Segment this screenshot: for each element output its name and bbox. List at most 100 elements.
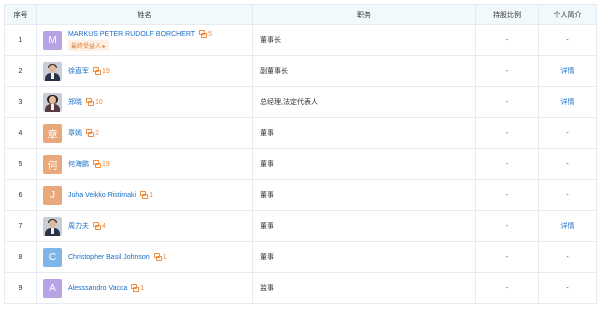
- position-cell: 董事: [252, 117, 476, 149]
- row-index: 7: [4, 210, 37, 242]
- related-companies-icon[interactable]: [131, 284, 140, 292]
- row-index: 2: [4, 55, 37, 87]
- related-count[interactable]: 1: [163, 254, 167, 261]
- person-name-link[interactable]: 周力夫: [68, 223, 89, 230]
- related-count[interactable]: 10: [95, 99, 103, 106]
- share-cell: -: [475, 117, 539, 149]
- related-count[interactable]: 1: [140, 285, 144, 292]
- name-cell: 郑晓 10: [36, 86, 253, 118]
- avatar-photo[interactable]: [43, 92, 62, 112]
- position-cell: 董事: [252, 241, 476, 273]
- header-position: 职务: [252, 4, 476, 25]
- header-index: 序号: [4, 4, 37, 25]
- person-name-link[interactable]: Alesssandro Vacca: [68, 285, 127, 292]
- position-cell: 董事: [252, 210, 476, 242]
- position-cell: 总经理,法定代表人: [252, 86, 476, 118]
- related-count[interactable]: 4: [102, 223, 106, 230]
- row-index: 5: [4, 148, 37, 180]
- avatar-photo[interactable]: [43, 61, 62, 81]
- table-row: 1 M MARKUS PETER RUDOLF BORCHERT 5 最终受益人 …: [4, 24, 597, 56]
- avatar[interactable]: A: [43, 278, 62, 298]
- related-companies-icon[interactable]: [86, 129, 94, 137]
- position-cell: 董事: [252, 148, 476, 180]
- share-cell: -: [475, 210, 539, 242]
- avatar[interactable]: J: [43, 185, 62, 205]
- table-row: 8 C Christopher Basil Johnson 1 董事 - -: [4, 241, 597, 273]
- related-companies-icon[interactable]: [93, 67, 101, 75]
- intro-cell: -: [538, 24, 597, 56]
- name-cell: 周力夫 4: [36, 210, 253, 242]
- person-name-link[interactable]: Christopher Basil Johnson: [68, 254, 150, 261]
- table-row: 6 J Juha Veikko Ristimaki 1 董事 - -: [4, 179, 597, 211]
- related-count[interactable]: 2: [95, 130, 99, 137]
- name-cell: J Juha Veikko Ristimaki 1: [36, 179, 253, 211]
- table-body: 1 M MARKUS PETER RUDOLF BORCHERT 5 最终受益人 …: [4, 24, 597, 304]
- position-cell: 董事长: [252, 24, 476, 56]
- related-count[interactable]: 19: [102, 68, 110, 75]
- table-row: 3 郑晓 10 总经理,法定代表人 - 详情: [4, 86, 597, 118]
- share-cell: -: [475, 55, 539, 87]
- row-index: 6: [4, 179, 37, 211]
- intro-cell: -: [538, 241, 597, 273]
- share-cell: -: [475, 24, 539, 56]
- share-cell: -: [475, 148, 539, 180]
- header-share: 持股比例: [475, 4, 539, 25]
- intro-detail-link[interactable]: 详情: [538, 86, 597, 118]
- table-row: 2 徐直军 19 副董事长 - 详情: [4, 55, 597, 87]
- intro-cell: -: [538, 272, 597, 304]
- share-cell: -: [475, 241, 539, 273]
- header-name: 姓名: [36, 4, 253, 25]
- related-companies-icon[interactable]: [93, 160, 101, 168]
- intro-cell: -: [538, 148, 597, 180]
- share-cell: -: [475, 272, 539, 304]
- name-cell: 徐直军 19: [36, 55, 253, 87]
- header-intro: 个人简介: [538, 4, 597, 25]
- name-cell: 何 何海鹏 19: [36, 148, 253, 180]
- related-companies-icon[interactable]: [199, 29, 208, 38]
- row-index: 8: [4, 241, 37, 273]
- share-cell: -: [475, 86, 539, 118]
- position-cell: 副董事长: [252, 55, 476, 87]
- person-name-link[interactable]: 郑晓: [68, 99, 82, 106]
- table-header-row: 序号 姓名 职务 持股比例 个人简介: [4, 4, 597, 25]
- avatar[interactable]: 章: [43, 123, 62, 143]
- person-name-link[interactable]: 章嫣: [68, 130, 82, 137]
- intro-cell: -: [538, 117, 597, 149]
- avatar[interactable]: C: [43, 247, 62, 267]
- row-index: 9: [4, 272, 37, 304]
- table-row: 7 周力夫 4 董事 - 详情: [4, 210, 597, 242]
- intro-cell: -: [538, 179, 597, 211]
- related-companies-icon[interactable]: [86, 98, 94, 106]
- row-index: 3: [4, 86, 37, 118]
- beneficiary-badge[interactable]: 最终受益人 ▸: [68, 39, 109, 51]
- related-companies-icon[interactable]: [140, 191, 149, 199]
- name-cell: M MARKUS PETER RUDOLF BORCHERT 5 最终受益人 ▸: [36, 24, 253, 56]
- person-name-link[interactable]: Juha Veikko Ristimaki: [68, 192, 136, 199]
- related-companies-icon[interactable]: [93, 222, 101, 230]
- name-cell: 章 章嫣 2: [36, 117, 253, 149]
- avatar[interactable]: M: [43, 30, 62, 50]
- share-cell: -: [475, 179, 539, 211]
- table-row: 9 A Alesssandro Vacca 1 监事 - -: [4, 272, 597, 304]
- person-name-link[interactable]: 何海鹏: [68, 161, 89, 168]
- table-row: 4 章 章嫣 2 董事 - -: [4, 117, 597, 149]
- intro-detail-link[interactable]: 详情: [538, 210, 597, 242]
- avatar[interactable]: 何: [43, 154, 62, 174]
- person-name-link[interactable]: 徐直军: [68, 68, 89, 75]
- personnel-table: 序号 姓名 职务 持股比例 个人简介 1 M MARKUS PETER RUDO…: [4, 4, 597, 304]
- avatar-photo[interactable]: [43, 216, 62, 236]
- row-index: 1: [4, 24, 37, 56]
- name-cell: C Christopher Basil Johnson 1: [36, 241, 253, 273]
- intro-detail-link[interactable]: 详情: [538, 55, 597, 87]
- related-count[interactable]: 19: [102, 161, 110, 168]
- related-companies-icon[interactable]: [153, 253, 162, 261]
- person-name-link[interactable]: MARKUS PETER RUDOLF BORCHERT: [68, 31, 195, 38]
- related-count[interactable]: 5: [208, 31, 212, 38]
- name-cell: A Alesssandro Vacca 1: [36, 272, 253, 304]
- position-cell: 监事: [252, 272, 476, 304]
- personnel-table-container: 序号 姓名 职务 持股比例 个人简介 1 M MARKUS PETER RUDO…: [4, 4, 597, 307]
- position-cell: 董事: [252, 179, 476, 211]
- table-row: 5 何 何海鹏 19 董事 - -: [4, 148, 597, 180]
- related-count[interactable]: 1: [149, 192, 153, 199]
- row-index: 4: [4, 117, 37, 149]
